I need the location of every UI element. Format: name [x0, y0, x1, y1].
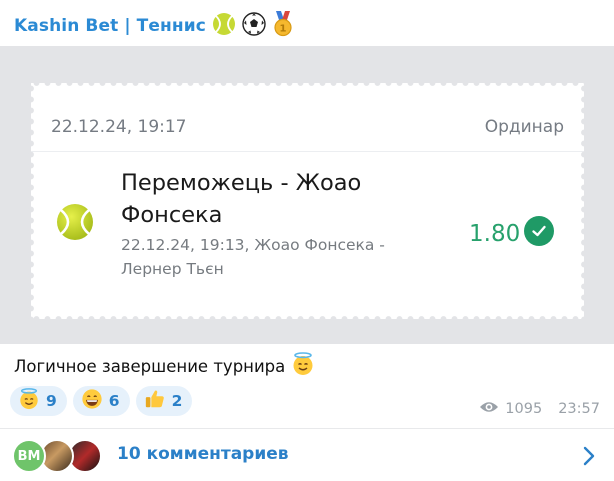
svg-text:1: 1	[279, 24, 286, 35]
eye-icon	[479, 400, 499, 418]
post-time: 23:57	[558, 401, 600, 417]
post-caption: Логичное завершение турнира	[14, 352, 315, 380]
reaction-count: 6	[108, 392, 120, 410]
post-meta: 1095 23:57	[479, 400, 600, 418]
tennis-ball-icon	[212, 12, 236, 40]
channel-name[interactable]: Kashin Bet | Теннис	[14, 16, 206, 36]
reaction-grinning-face[interactable]: 6	[72, 386, 130, 416]
avatar-initials: BM	[17, 448, 41, 464]
avatar: BM	[12, 439, 46, 473]
grinning-face-icon	[81, 388, 103, 414]
reactions-bar: 9 6 2	[10, 386, 193, 416]
soccer-ball-icon	[242, 12, 266, 40]
check-circle-icon	[524, 216, 554, 246]
ticket-perforation-top	[31, 80, 584, 86]
ticket-perforation-bottom	[31, 316, 584, 322]
reaction-count: 9	[46, 392, 57, 410]
bet-type: Ординар	[484, 117, 564, 137]
bet-ticket: 22.12.24, 19:17 Ординар Переможець - Жоа…	[28, 80, 587, 322]
halo-face-icon	[291, 352, 315, 380]
bet-title: Переможець - Жоао Фонсека	[121, 170, 362, 228]
ticket-date: 22.12.24, 19:17	[51, 117, 187, 137]
gold-medal-icon: 1	[272, 11, 294, 41]
bet-ticket-image[interactable]: 22.12.24, 19:17 Ординар Переможець - Жоа…	[0, 46, 614, 344]
comments-label: 10 комментариев	[117, 444, 289, 464]
event-details: 22.12.24, 19:13, Жоао Фонсека - Лернер Т…	[121, 236, 385, 278]
chevron-right-icon	[582, 446, 596, 466]
view-count: 1095	[505, 401, 543, 417]
reaction-halo-face[interactable]: 9	[10, 386, 67, 416]
odds-value: 1.80	[469, 221, 521, 247]
thumbs-up-icon	[144, 388, 166, 414]
channel-header: Kashin Bet | Теннис 1	[14, 11, 294, 41]
caption-text: Логичное завершение турнира	[14, 356, 286, 376]
reaction-thumbs-up[interactable]: 2	[135, 386, 193, 416]
halo-face-icon	[18, 388, 40, 414]
ticket-divider	[31, 151, 584, 152]
tennis-ball-icon	[56, 203, 94, 241]
commenter-avatars: BM	[12, 439, 104, 473]
reaction-count: 2	[171, 392, 183, 410]
comments-button[interactable]: BM 10 комментариев	[0, 429, 614, 481]
